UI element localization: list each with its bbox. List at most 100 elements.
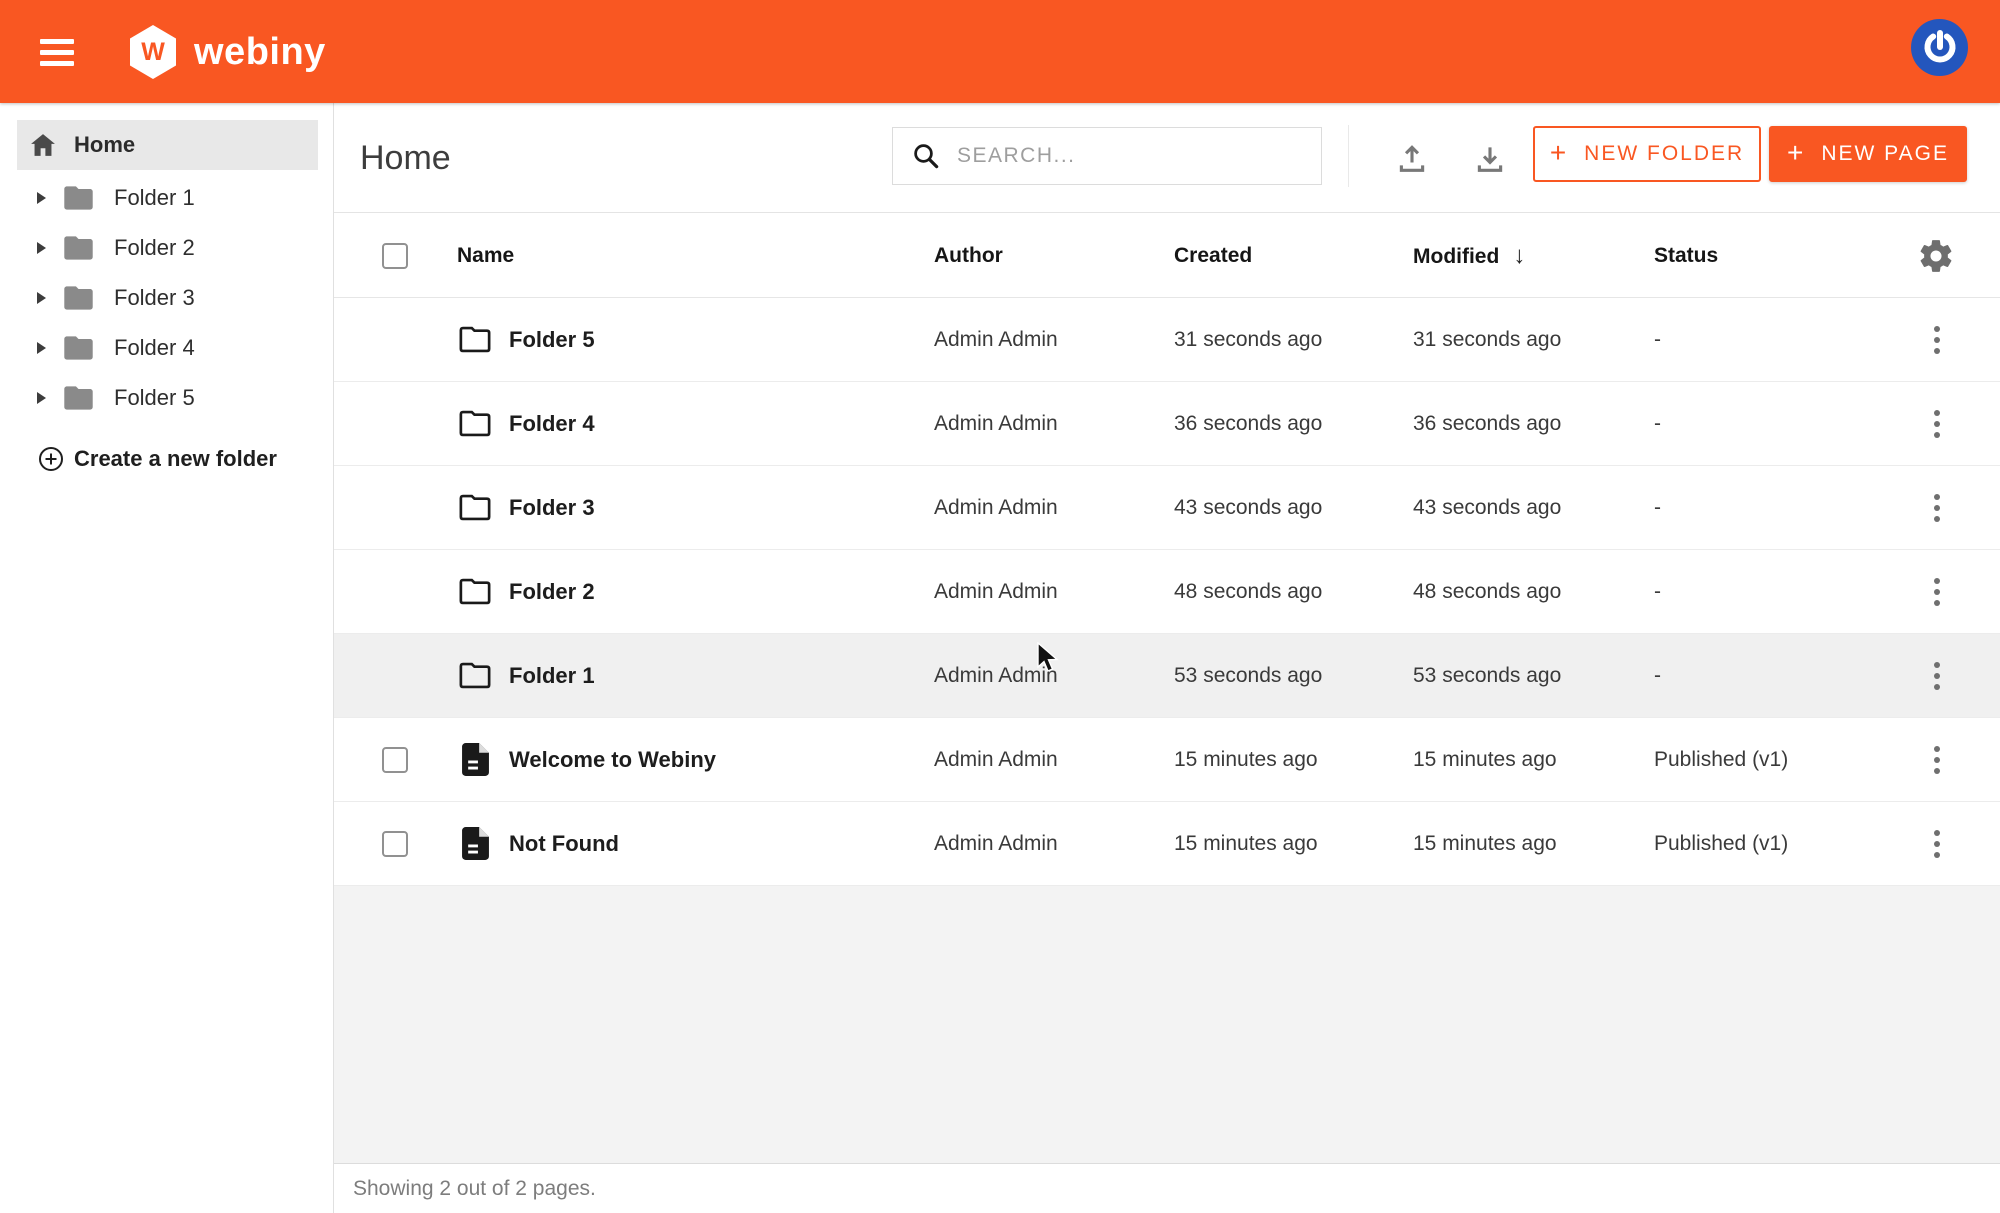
column-header-created[interactable]: Created xyxy=(1174,244,1252,268)
pagination-summary: Showing 2 out of 2 pages. xyxy=(353,1177,596,1201)
sort-descending-icon[interactable]: ↓ xyxy=(1513,242,1525,269)
sidebar-item-folder[interactable]: Folder 2 xyxy=(0,223,334,273)
folder-filled-icon xyxy=(63,385,94,411)
row-modified: 36 seconds ago xyxy=(1413,412,1561,436)
row-author: Admin Admin xyxy=(934,580,1058,604)
row-name[interactable]: Not Found xyxy=(509,831,619,857)
row-author: Admin Admin xyxy=(934,664,1058,688)
sidebar-item-folder[interactable]: Folder 4 xyxy=(0,323,334,373)
row-checkbox[interactable] xyxy=(382,747,408,773)
row-modified: 15 minutes ago xyxy=(1413,748,1557,772)
row-actions-kebab-icon[interactable] xyxy=(1923,572,1951,612)
row-modified: 15 minutes ago xyxy=(1413,832,1557,856)
row-modified: 31 seconds ago xyxy=(1413,328,1561,352)
row-name[interactable]: Welcome to Webiny xyxy=(509,747,716,773)
chevron-right-icon[interactable] xyxy=(36,241,47,255)
create-new-folder-button[interactable]: Create a new folder xyxy=(38,434,277,484)
row-created: 15 minutes ago xyxy=(1174,748,1318,772)
row-created: 53 seconds ago xyxy=(1174,664,1322,688)
user-avatar[interactable] xyxy=(1911,19,1968,76)
row-status: - xyxy=(1654,496,1661,520)
table-settings-gear-icon[interactable] xyxy=(1917,237,1955,275)
column-header-name[interactable]: Name xyxy=(457,244,514,268)
select-all-checkbox[interactable] xyxy=(382,243,408,269)
row-status: - xyxy=(1654,580,1661,604)
table-footer: Showing 2 out of 2 pages. xyxy=(334,1163,2000,1213)
row-name[interactable]: Folder 4 xyxy=(509,411,595,437)
row-actions-kebab-icon[interactable] xyxy=(1923,404,1951,444)
create-new-folder-label: Create a new folder xyxy=(74,446,277,472)
folder-filled-icon xyxy=(63,285,94,311)
folder-icon xyxy=(458,575,492,609)
page-document-icon xyxy=(458,827,492,861)
row-actions-kebab-icon[interactable] xyxy=(1923,740,1951,780)
modified-label: Modified xyxy=(1413,245,1499,268)
sidebar-item-folder[interactable]: Folder 1 xyxy=(0,173,334,223)
column-header-status[interactable]: Status xyxy=(1654,244,1718,268)
brand-name: webiny xyxy=(194,31,326,74)
sidebar-folder-list: Folder 1 Folder 2 Folder 3 xyxy=(0,173,334,423)
page-title: Home xyxy=(360,103,451,213)
new-folder-label: NEW FOLDER xyxy=(1584,142,1744,166)
row-created: 15 minutes ago xyxy=(1174,832,1318,856)
sidebar-home-label: Home xyxy=(74,132,135,158)
sidebar-item-folder[interactable]: Folder 3 xyxy=(0,273,334,323)
row-actions-kebab-icon[interactable] xyxy=(1923,656,1951,696)
chevron-right-icon[interactable] xyxy=(36,341,47,355)
row-checkbox[interactable] xyxy=(382,831,408,857)
sidebar-item-home[interactable]: Home xyxy=(17,120,318,170)
toolbar-divider xyxy=(1348,125,1349,187)
webiny-logo-letter: W xyxy=(130,25,176,79)
row-modified: 43 seconds ago xyxy=(1413,496,1561,520)
sidebar-folder-label: Folder 5 xyxy=(114,385,195,411)
row-actions-kebab-icon[interactable] xyxy=(1923,824,1951,864)
download-icon xyxy=(1473,142,1507,176)
row-author: Admin Admin xyxy=(934,832,1058,856)
table-body: Folder 5 Admin Admin 31 seconds ago 31 s… xyxy=(334,298,2000,886)
chevron-right-icon[interactable] xyxy=(36,291,47,305)
row-created: 31 seconds ago xyxy=(1174,328,1322,352)
toolbar: Home + NEW FOLDER xyxy=(334,103,2000,213)
sidebar-folder-label: Folder 2 xyxy=(114,235,195,261)
row-name[interactable]: Folder 5 xyxy=(509,327,595,353)
table-row[interactable]: Not Found Admin Admin 15 minutes ago 15 … xyxy=(334,802,2000,886)
row-status: Published (v1) xyxy=(1654,748,1788,772)
new-folder-button[interactable]: + NEW FOLDER xyxy=(1533,126,1761,182)
folder-filled-icon xyxy=(63,185,94,211)
search-input[interactable] xyxy=(957,144,1287,168)
chevron-right-icon[interactable] xyxy=(36,391,47,405)
table-row[interactable]: Folder 5 Admin Admin 31 seconds ago 31 s… xyxy=(334,298,2000,382)
row-author: Admin Admin xyxy=(934,496,1058,520)
row-status: - xyxy=(1654,664,1661,688)
main-content: Home + NEW FOLDER xyxy=(334,103,2000,1213)
top-app-bar: W webiny xyxy=(0,0,2000,103)
folder-icon xyxy=(458,491,492,525)
sidebar-folder-label: Folder 4 xyxy=(114,335,195,361)
row-status: - xyxy=(1654,412,1661,436)
empty-table-area xyxy=(334,886,2000,1163)
row-actions-kebab-icon[interactable] xyxy=(1923,320,1951,360)
table-row[interactable]: Folder 4 Admin Admin 36 seconds ago 36 s… xyxy=(334,382,2000,466)
search-icon xyxy=(911,141,941,171)
row-author: Admin Admin xyxy=(934,748,1058,772)
row-actions-kebab-icon[interactable] xyxy=(1923,488,1951,528)
new-page-button[interactable]: + NEW PAGE xyxy=(1769,126,1967,182)
export-download-button[interactable] xyxy=(1470,139,1510,179)
table-row[interactable]: Welcome to Webiny Admin Admin 15 minutes… xyxy=(334,718,2000,802)
row-name[interactable]: Folder 3 xyxy=(509,495,595,521)
row-name[interactable]: Folder 2 xyxy=(509,579,595,605)
new-page-label: NEW PAGE xyxy=(1821,142,1949,166)
row-name[interactable]: Folder 1 xyxy=(509,663,595,689)
sidebar-item-folder[interactable]: Folder 5 xyxy=(0,373,334,423)
column-header-author[interactable]: Author xyxy=(934,244,1003,268)
webiny-hexagon-icon: W xyxy=(130,25,176,79)
import-upload-button[interactable] xyxy=(1392,139,1432,179)
column-header-modified[interactable]: Modified ↓ xyxy=(1413,242,1525,270)
row-created: 43 seconds ago xyxy=(1174,496,1322,520)
row-status: - xyxy=(1654,328,1661,352)
table-row[interactable]: Folder 2 Admin Admin 48 seconds ago 48 s… xyxy=(334,550,2000,634)
table-row[interactable]: Folder 3 Admin Admin 43 seconds ago 43 s… xyxy=(334,466,2000,550)
table-row[interactable]: Folder 1 Admin Admin 53 seconds ago 53 s… xyxy=(334,634,2000,718)
chevron-right-icon[interactable] xyxy=(36,191,47,205)
hamburger-menu-icon[interactable] xyxy=(40,39,74,66)
